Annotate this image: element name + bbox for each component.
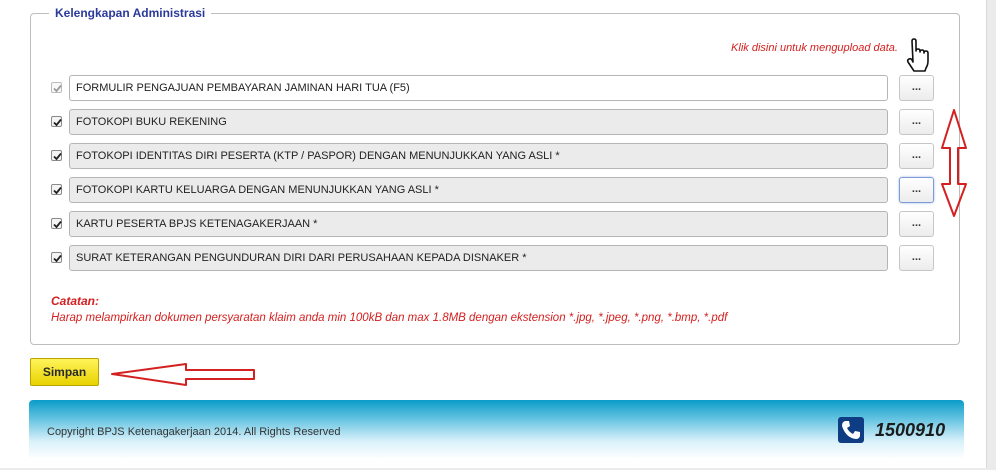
document-upload-field[interactable]: FOTOKOPI KARTU KELUARGA DENGAN MENUNJUKK… bbox=[69, 177, 888, 203]
document-checkbox[interactable] bbox=[51, 82, 62, 93]
document-row: FOTOKOPI BUKU REKENING ... bbox=[50, 109, 936, 135]
phone-icon bbox=[838, 417, 864, 443]
administration-fieldset: Kelengkapan Administrasi bbox=[30, 6, 960, 345]
pointing-hand-cursor-icon bbox=[906, 38, 929, 72]
document-checkbox[interactable] bbox=[51, 150, 62, 161]
browse-button[interactable]: ... bbox=[899, 245, 934, 271]
document-checkbox[interactable] bbox=[51, 252, 62, 263]
note-title: Catatan: bbox=[51, 294, 100, 308]
checkmark-icon bbox=[53, 254, 62, 263]
checkmark-icon bbox=[53, 84, 62, 93]
checkmark-icon bbox=[53, 152, 62, 161]
main-card: Kelengkapan Administrasi Klik disini unt… bbox=[0, 0, 987, 468]
document-checkbox[interactable] bbox=[51, 116, 62, 127]
footer-phone-number: 1500910 bbox=[875, 420, 946, 440]
browse-button[interactable]: ... bbox=[899, 143, 934, 169]
checkmark-icon bbox=[53, 220, 62, 229]
checkmark-icon bbox=[53, 186, 62, 195]
document-upload-field[interactable]: SURAT KETERANGAN PENGUNDURAN DIRI DARI P… bbox=[69, 245, 888, 271]
save-button[interactable]: Simpan bbox=[30, 358, 99, 386]
document-upload-field[interactable]: FOTOKOPI IDENTITAS DIRI PESERTA (KTP / P… bbox=[69, 143, 888, 169]
browse-button[interactable]: ... bbox=[899, 177, 934, 203]
upload-hint: Klik disini untuk mengupload data. bbox=[731, 42, 898, 54]
document-row: SURAT KETERANGAN PENGUNDURAN DIRI DARI P… bbox=[50, 245, 936, 271]
note-text: Harap melampirkan dokumen persyaratan kl… bbox=[51, 312, 728, 324]
browse-button[interactable]: ... bbox=[899, 75, 934, 101]
document-checkbox[interactable] bbox=[51, 184, 62, 195]
document-row: FOTOKOPI KARTU KELUARGA DENGAN MENUNJUKK… bbox=[50, 177, 936, 203]
document-upload-field[interactable]: KARTU PESERTA BPJS KETENAGAKERJAAN * bbox=[69, 211, 888, 237]
document-upload-field[interactable]: FOTOKOPI BUKU REKENING bbox=[69, 109, 888, 135]
document-row: KARTU PESERTA BPJS KETENAGAKERJAAN * ... bbox=[50, 211, 936, 237]
footer-copyright: Copyright BPJS Ketenagakerjaan 2014. All… bbox=[47, 426, 341, 438]
red-arrow-icon bbox=[111, 363, 255, 386]
checkmark-icon bbox=[53, 118, 62, 127]
document-checkbox[interactable] bbox=[51, 218, 62, 229]
red-arrow-icon bbox=[941, 109, 967, 217]
document-row: FORMULIR PENGAJUAN PEMBAYARAN JAMINAN HA… bbox=[50, 75, 936, 101]
document-upload-field[interactable]: FORMULIR PENGAJUAN PEMBAYARAN JAMINAN HA… bbox=[69, 75, 888, 101]
section-legend: Kelengkapan Administrasi bbox=[55, 6, 206, 20]
browse-button[interactable]: ... bbox=[899, 211, 934, 237]
document-row: FOTOKOPI IDENTITAS DIRI PESERTA (KTP / P… bbox=[50, 143, 936, 169]
footer: Copyright BPJS Ketenagakerjaan 2014. All… bbox=[29, 400, 964, 459]
browse-button[interactable]: ... bbox=[899, 109, 934, 135]
